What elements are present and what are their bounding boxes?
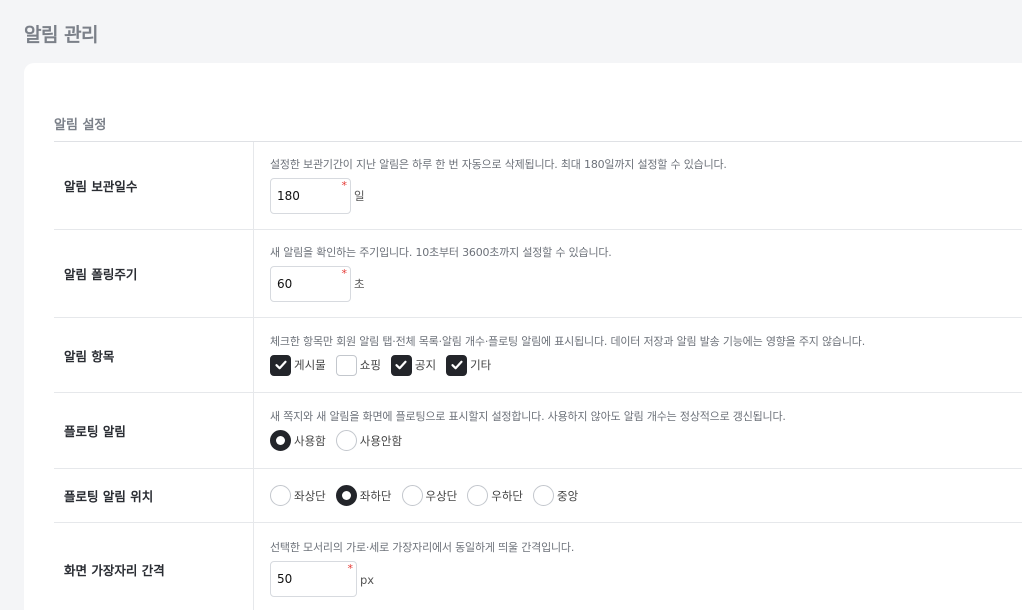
- items-checkbox-group: 게시물 쇼핑 공지 기타: [270, 354, 1022, 376]
- required-mark: *: [347, 562, 354, 575]
- item-option-notice[interactable]: 공지: [390, 354, 437, 376]
- polling-unit: 초: [354, 276, 365, 291]
- row-label-retention: 알림 보관일수: [54, 142, 254, 229]
- row-edge-gap: 화면 가장자리 간격 선택한 모서리의 가로·세로 가장자리에서 동일하게 띄울…: [54, 523, 1022, 610]
- item-label-posts: 게시물: [294, 358, 326, 372]
- position-option-top-right[interactable]: 우상단: [401, 485, 458, 506]
- floating-option-enabled[interactable]: 사용함: [270, 430, 326, 451]
- position-radio-group: 좌상단 좌하단 우상단 우하단 중앙: [270, 485, 1022, 506]
- item-label-notice: 공지: [414, 358, 437, 372]
- items-description: 체크한 항목만 회원 알림 탭·전체 목록·알림 개수·플로팅 알림에 표시됩니…: [270, 334, 865, 348]
- required-mark: *: [341, 266, 348, 280]
- position-option-top-left[interactable]: 좌상단: [270, 485, 326, 506]
- row-body-retention: 설정한 보관기간이 지난 알림은 하루 한 번 자동으로 삭제됩니다. 최대 1…: [254, 142, 1022, 229]
- radio-top-right[interactable]: [401, 485, 423, 506]
- row-label-position: 플로팅 알림 위치: [54, 469, 254, 522]
- checkbox-etc[interactable]: [446, 354, 468, 376]
- checkbox-notice[interactable]: [390, 354, 412, 376]
- radio-top-left[interactable]: [270, 485, 291, 506]
- row-body-position: 좌상단 좌하단 우상단 우하단 중앙: [254, 469, 1022, 522]
- position-label-center: 중앙: [557, 488, 579, 503]
- row-position: 플로팅 알림 위치 좌상단 좌하단 우상단 우하단 중앙: [54, 469, 1022, 523]
- radio-bottom-left[interactable]: [335, 485, 357, 506]
- check-icon: [395, 360, 408, 370]
- floating-option-disabled[interactable]: 사용안함: [335, 430, 403, 451]
- settings-table: 알림 보관일수 설정한 보관기간이 지난 알림은 하루 한 번 자동으로 삭제됩…: [54, 141, 1022, 610]
- required-mark: *: [341, 178, 348, 192]
- section-title: 알림 설정: [54, 118, 107, 133]
- row-body-items: 체크한 항목만 회원 알림 탭·전체 목록·알림 개수·플로팅 알림에 표시됩니…: [254, 318, 1022, 392]
- position-label-top-left: 좌상단: [294, 488, 326, 503]
- floating-radio-group: 사용함 사용안함: [270, 430, 1022, 451]
- row-items: 알림 항목 체크한 항목만 회원 알림 탭·전체 목록·알림 개수·플로팅 알림…: [54, 318, 1022, 393]
- row-label-items: 알림 항목: [54, 318, 254, 392]
- retention-days-field[interactable]: *: [270, 177, 351, 214]
- settings-card: 알림 설정 알림 보관일수 설정한 보관기간이 지난 알림은 하루 한 번 자동…: [24, 63, 1022, 610]
- position-label-bottom-right: 우하단: [491, 488, 523, 503]
- checkbox-posts[interactable]: [270, 354, 291, 376]
- item-option-etc[interactable]: 기타: [446, 354, 492, 376]
- edge-gap-input[interactable]: [277, 572, 337, 586]
- row-label-edge-gap: 화면 가장자리 간격: [54, 523, 254, 610]
- item-option-shopping[interactable]: 쇼핑: [335, 354, 381, 376]
- page-title: 알림 관리: [24, 24, 99, 46]
- floating-label-disabled: 사용안함: [359, 433, 403, 448]
- edge-gap-unit: px: [360, 573, 375, 587]
- retention-unit: 일: [354, 188, 365, 203]
- row-body-floating: 새 쪽지와 새 알림을 화면에 플로팅으로 표시할지 설정합니다. 사용하지 않…: [254, 393, 1022, 468]
- row-floating: 플로팅 알림 새 쪽지와 새 알림을 화면에 플로팅으로 표시할지 설정합니다.…: [54, 393, 1022, 469]
- floating-label-enabled: 사용함: [294, 433, 326, 448]
- checkbox-shopping[interactable]: [335, 354, 357, 376]
- polling-interval-input[interactable]: [277, 276, 337, 291]
- position-option-bottom-right[interactable]: 우하단: [467, 485, 523, 506]
- radio-bottom-right[interactable]: [467, 485, 489, 506]
- radio-floating-enabled[interactable]: [270, 430, 291, 451]
- item-label-etc: 기타: [470, 358, 492, 372]
- row-polling: 알림 폴링주기 새 알림을 확인하는 주기입니다. 10초부터 3600초까지 …: [54, 230, 1022, 318]
- retention-description: 설정한 보관기간이 지난 알림은 하루 한 번 자동으로 삭제됩니다. 최대 1…: [270, 157, 727, 171]
- position-option-bottom-left[interactable]: 좌하단: [335, 485, 392, 506]
- edge-gap-description: 선택한 모서리의 가로·세로 가장자리에서 동일하게 띄울 간격입니다.: [270, 541, 575, 554]
- retention-days-input[interactable]: [277, 188, 337, 203]
- item-option-posts[interactable]: 게시물: [270, 354, 326, 376]
- check-icon: [450, 360, 463, 370]
- polling-interval-field[interactable]: *: [270, 265, 351, 302]
- edge-gap-field[interactable]: *: [270, 561, 357, 597]
- position-label-top-right: 우상단: [425, 488, 458, 503]
- row-label-polling: 알림 폴링주기: [54, 230, 254, 317]
- row-retention: 알림 보관일수 설정한 보관기간이 지난 알림은 하루 한 번 자동으로 삭제됩…: [54, 142, 1022, 230]
- position-label-bottom-left: 좌하단: [359, 488, 392, 503]
- floating-description: 새 쪽지와 새 알림을 화면에 플로팅으로 표시할지 설정합니다. 사용하지 않…: [270, 410, 786, 423]
- item-label-shopping: 쇼핑: [359, 358, 381, 372]
- check-icon: [274, 360, 287, 370]
- radio-floating-disabled[interactable]: [335, 430, 357, 451]
- row-body-edge-gap: 선택한 모서리의 가로·세로 가장자리에서 동일하게 띄울 간격입니다. * p…: [254, 523, 1022, 610]
- radio-center[interactable]: [533, 485, 554, 506]
- row-body-polling: 새 알림을 확인하는 주기입니다. 10초부터 3600초까지 설정할 수 있습…: [254, 230, 1022, 317]
- position-option-center[interactable]: 중앙: [533, 485, 578, 506]
- row-label-floating: 플로팅 알림: [54, 393, 254, 468]
- polling-description: 새 알림을 확인하는 주기입니다. 10초부터 3600초까지 설정할 수 있습…: [270, 245, 612, 259]
